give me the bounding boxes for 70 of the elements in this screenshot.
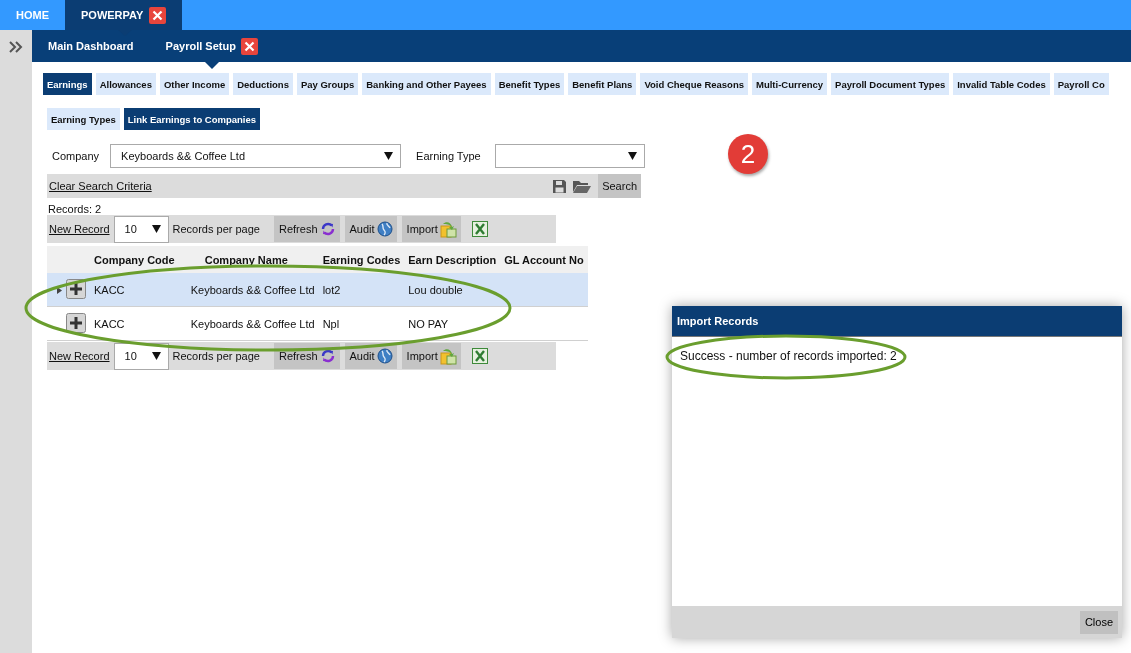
new-record-link[interactable]: New Record [49,350,110,362]
table-row[interactable]: KACC Keyboards && Coffee Ltd lot2 Lou double [47,273,588,307]
import-button[interactable]: Import [401,216,461,242]
tab[interactable]: Deductions [233,73,293,95]
folder-icon[interactable] [573,179,592,193]
new-record-link[interactable]: New Record [49,223,110,235]
spreadsheet-icon[interactable] [471,348,488,364]
save-icon[interactable] [553,179,567,193]
column-header: GL Account No [500,246,588,273]
import-icon [439,220,457,238]
dropdown-arrow-icon [151,352,161,360]
tab[interactable]: Link Earnings to Companies [123,108,261,130]
table-cell: NO PAY [404,306,501,341]
import-icon [439,347,457,365]
dialog-title: Import Records [672,306,1122,337]
dropdown-arrow-icon [627,152,637,160]
refresh-icon [319,221,336,237]
import-button[interactable]: Import [401,343,461,369]
nav-tab[interactable]: Main Dashboard [48,30,134,62]
table-cell: Npl [318,306,405,341]
table-cell: KACC [90,273,179,307]
tab[interactable]: Allowances [95,73,156,95]
dropdown-arrow-icon [151,225,161,233]
tab[interactable]: Multi-Currency [752,73,828,95]
table-cell: lot2 [318,273,405,307]
tab[interactable]: Banking and Other Payees [362,73,491,95]
expand-row-icon[interactable] [66,312,86,333]
step-badge: 2 [728,134,768,174]
close-button[interactable]: Close [1079,610,1118,634]
records-count: Records: 2 [48,203,103,215]
table-cell: Lou double [404,273,501,307]
refresh-button[interactable]: Refresh [274,216,340,242]
dropdown-field[interactable] [494,144,645,168]
globe-icon [376,348,393,364]
column-header: Earn Description [404,246,501,273]
close-icon[interactable] [240,37,258,55]
tab[interactable]: Payroll Co [1053,73,1109,95]
dropdown-arrow-icon [384,152,394,160]
table-cell: Keyboards && Coffee Ltd [178,273,319,307]
tab[interactable]: Benefit Types [494,73,565,95]
tab[interactable]: Earning Types [47,108,120,130]
refresh-button[interactable]: Refresh [274,343,340,369]
refresh-icon [319,348,336,364]
column-header: Company Code [90,246,179,273]
dropdown-field[interactable]: 10 [113,215,169,243]
success-message: Success - number of records imported: 2 [680,349,898,363]
dropdown-field[interactable]: 10 [113,342,169,370]
audit-button[interactable]: Audit [344,216,397,242]
tab[interactable]: Pay Groups [296,73,359,95]
expand-icon[interactable] [9,41,23,53]
tab[interactable]: Invalid Table Codes [953,73,1050,95]
tab[interactable]: Earnings [43,73,92,95]
globe-icon [376,221,393,237]
tab[interactable]: Void Cheque Reasons [640,73,748,95]
records-per-page-label: Records per page [172,350,260,362]
column-header: Company Name [178,246,319,273]
table-row[interactable]: KACC Keyboards && Coffee Ltd Npl NO PAY [47,306,588,341]
field-label: Earning Type [416,150,481,162]
tab[interactable]: Other Income [159,73,230,95]
table-cell: KACC [90,306,179,341]
tab[interactable]: Payroll Document Types [831,73,950,95]
field-label: Company [52,150,100,162]
records-per-page-label: Records per page [172,223,260,235]
search-button[interactable]: Search [598,174,641,198]
clear-search-link[interactable]: Clear Search Criteria [49,180,152,192]
spreadsheet-icon[interactable] [471,221,488,237]
dropdown-field[interactable]: Keyboards && Coffee Ltd [110,144,402,168]
close-icon[interactable] [149,6,167,24]
tab[interactable]: Benefit Plans [568,73,637,95]
table-cell: Keyboards && Coffee Ltd [178,306,319,341]
